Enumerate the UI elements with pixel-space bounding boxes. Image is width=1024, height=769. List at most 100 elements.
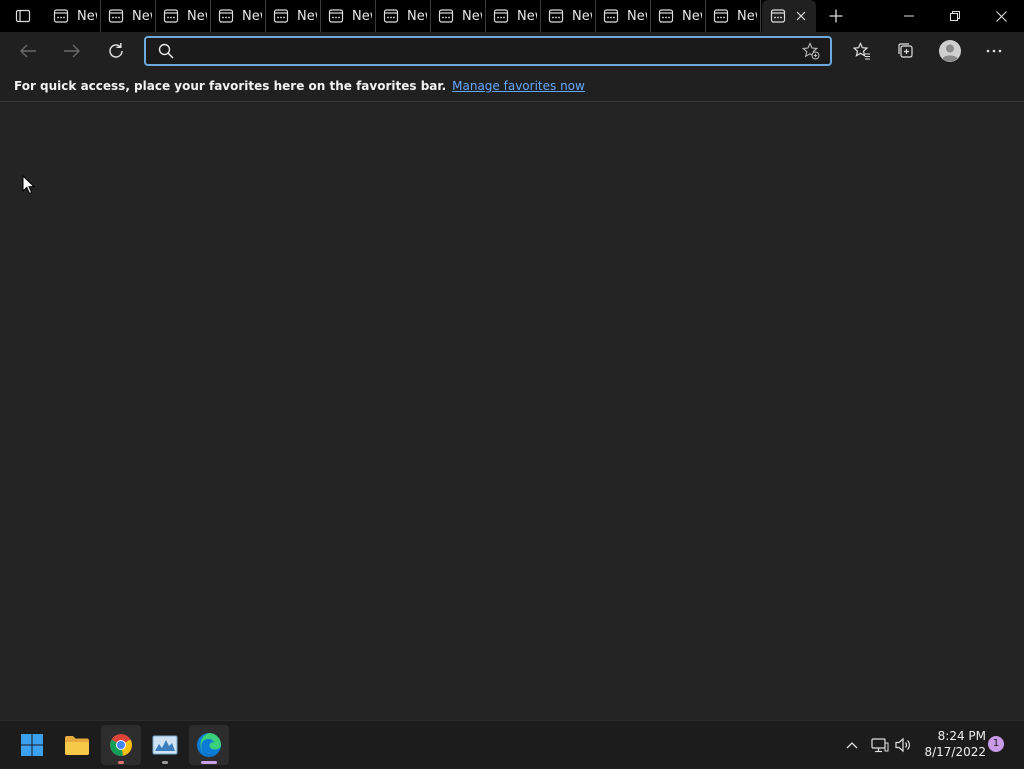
chevron-up-icon [846,742,858,749]
file-explorer-button[interactable] [57,725,97,765]
tab-actions-button[interactable] [0,0,46,32]
running-indicator [118,761,124,764]
tab[interactable]: New Tab [596,0,651,32]
tab-actions-icon [15,9,31,23]
tab[interactable]: New Tab [266,0,321,32]
tab-label: New Tab [572,8,592,24]
add-favorite-button[interactable] [800,40,822,62]
new-tab-page-icon [53,9,69,23]
tab-label: New Tab [407,8,427,24]
avatar-icon [939,40,961,62]
edge-button[interactable] [189,725,229,765]
tab[interactable]: New Tab [211,0,266,32]
favorites-bar-hint: For quick access, place your favorites h… [14,78,447,93]
windows-logo-icon [21,734,43,756]
network-icon [871,738,889,753]
tab-bar: New Tab New Tab New Tab New Tab New Tab … [0,0,1024,32]
tab[interactable]: New Tab [706,0,761,32]
chrome-button[interactable] [101,725,141,765]
tab-label: New Tab [242,8,262,24]
collections-button[interactable] [884,32,928,70]
tab-label: New Tab [517,8,537,24]
edge-icon [197,733,221,757]
new-tab-page-icon [218,9,234,23]
address-bar[interactable] [144,36,832,66]
start-button[interactable] [12,725,52,765]
new-tab-page-icon [658,9,674,23]
tab-strip: New Tab New Tab New Tab New Tab New Tab … [46,0,816,32]
close-window-button[interactable] [978,0,1024,32]
tab-label: New Tab [352,8,372,24]
refresh-icon [109,43,123,58]
tab[interactable]: New Tab [651,0,706,32]
new-tab-page-icon [603,9,619,23]
new-tab-page-icon [328,9,344,23]
active-app-indicator [201,761,217,764]
tab[interactable]: New Tab [46,0,101,32]
show-hidden-icons-button[interactable] [840,721,864,769]
favorites-button[interactable] [840,32,884,70]
tab[interactable]: New Tab [321,0,376,32]
favorites-icon [853,42,870,60]
plus-icon [829,9,843,23]
tab-label: New Tab [737,8,757,24]
tab[interactable]: New Tab [431,0,486,32]
address-input[interactable] [182,42,800,60]
volume-button[interactable] [892,721,916,769]
new-tab-page-icon [548,9,564,23]
minimize-button[interactable] [886,0,932,32]
folder-icon [65,736,89,755]
tab[interactable]: New Tab [541,0,596,32]
toolbar-right [840,32,1016,70]
settings-more-button[interactable] [972,32,1016,70]
star-add-icon [802,42,820,60]
performance-monitor-icon [152,735,178,755]
tab-label: New Tab [682,8,702,24]
close-icon [995,10,1007,22]
more-dots-icon [986,49,1002,53]
new-tab-page-icon [383,9,399,23]
speaker-icon [895,737,910,753]
back-button[interactable] [6,32,50,70]
notification-badge[interactable]: 1 [988,736,1004,752]
refresh-button[interactable] [94,32,138,70]
profile-button[interactable] [928,32,972,70]
manage-favorites-link[interactable]: Manage favorites now [452,79,585,93]
taskbar: 8:24 PM 8/17/2022 [0,720,1024,768]
tab-active[interactable]: New Tab [762,0,816,32]
new-tab-page-icon [493,9,509,23]
clock[interactable]: 8:24 PM 8/17/2022 [920,728,986,760]
clock-date: 8/17/2022 [924,745,986,759]
tab-label: New Tab [77,8,97,24]
new-tab-page-icon [770,9,786,23]
new-tab-page-icon [713,9,729,23]
collections-icon [898,43,913,58]
chrome-icon [110,734,132,756]
close-icon [796,11,806,21]
new-tab-page-icon [163,9,179,23]
page-content [0,103,1024,720]
arrow-left-icon [20,44,36,58]
tab-label: New Tab [297,8,317,24]
tab[interactable]: New Tab [376,0,431,32]
new-tab-page-icon [108,9,124,23]
mouse-cursor-icon [22,175,36,195]
new-tab-button[interactable] [816,0,856,32]
browser-toolbar [0,32,1024,70]
tab[interactable]: New Tab [156,0,211,32]
tab[interactable]: New Tab [101,0,156,32]
new-tab-page-icon [273,9,289,23]
clock-time: 8:24 PM [937,729,986,743]
close-tab-button[interactable] [792,7,810,25]
restore-button[interactable] [932,0,978,32]
tab-label: New Tab [462,8,482,24]
minimize-icon [904,15,914,17]
tab-label: New Tab [132,8,152,24]
resource-monitor-button[interactable] [145,725,185,765]
forward-button[interactable] [50,32,94,70]
tab[interactable]: New Tab [486,0,541,32]
tab-label: New Tab [627,8,647,24]
search-icon [158,43,174,59]
favorites-bar: For quick access, place your favorites h… [0,70,1024,102]
network-button[interactable] [868,721,892,769]
